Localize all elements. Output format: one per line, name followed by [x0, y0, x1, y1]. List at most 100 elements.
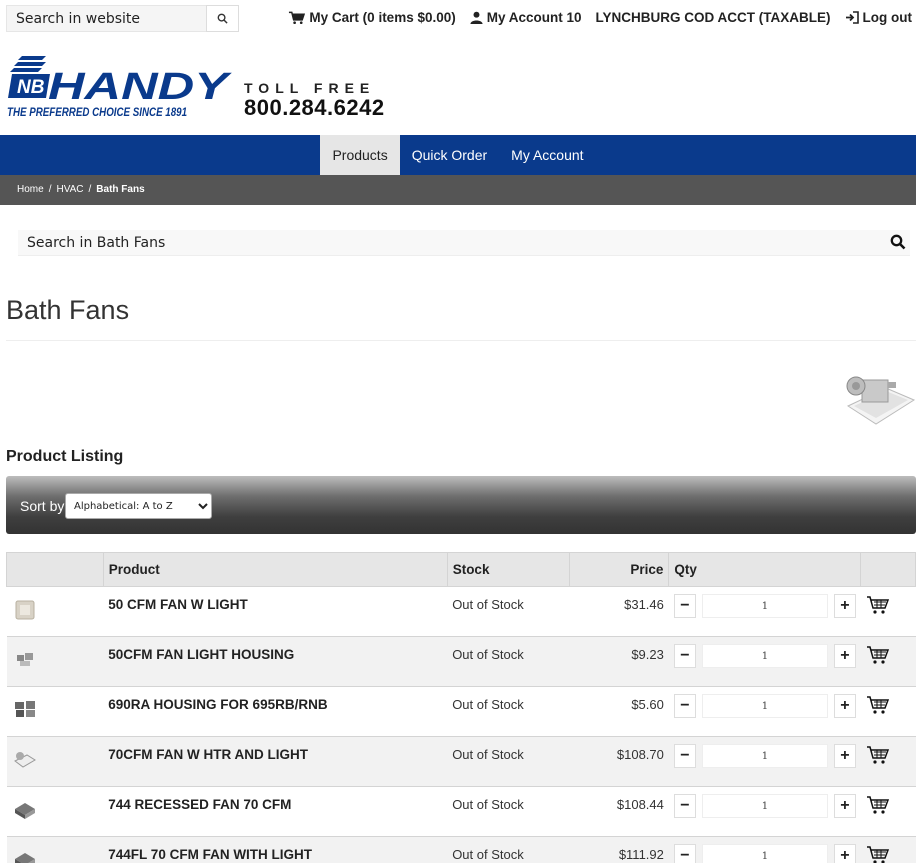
breadcrumb-separator: /	[48, 184, 52, 195]
qty-increase-button[interactable]: +	[833, 794, 856, 818]
table-header-row: Product Stock Price Qty	[6, 552, 916, 587]
product-thumbnail[interactable]	[13, 747, 37, 771]
product-stock: Out of Stock	[447, 586, 570, 637]
header-price[interactable]: Price	[569, 552, 670, 587]
nav-quick-order[interactable]: Quick Order	[400, 135, 499, 175]
logo-name-text: HANDY	[48, 66, 233, 108]
top-bar: My Cart (0 items $0.00) My Account 10 LY…	[0, 0, 916, 36]
company-account-link[interactable]: LYNCHBURG COD ACCT (TAXABLE)	[596, 10, 831, 25]
qty-increase-button[interactable]: +	[833, 644, 856, 668]
qty-cell: −+	[668, 686, 861, 737]
search-icon[interactable]	[890, 234, 906, 250]
cart-cell	[860, 686, 916, 737]
account-label: My Account 10	[486, 10, 582, 25]
logo-badge-text: NB	[17, 77, 45, 98]
product-thumbnail[interactable]	[13, 647, 37, 671]
product-name[interactable]: 744 RECESSED FAN 70 CFM	[103, 786, 448, 837]
header-links: My Cart (0 items $0.00) My Account 10 LY…	[274, 10, 912, 25]
breadcrumb-hvac[interactable]: HVAC	[56, 184, 83, 195]
cart-icon	[289, 11, 306, 24]
qty-input[interactable]	[701, 694, 828, 718]
qty-increase-button[interactable]: +	[833, 744, 856, 768]
qty-input[interactable]	[701, 744, 828, 768]
cart-cell	[860, 836, 916, 863]
logout-link[interactable]: Log out	[845, 10, 912, 25]
site-search-input[interactable]	[6, 5, 207, 32]
breadcrumb-separator: /	[88, 184, 92, 195]
qty-input[interactable]	[701, 644, 828, 668]
add-to-cart-icon[interactable]	[866, 845, 890, 863]
header-stock[interactable]: Stock	[446, 552, 571, 587]
product-thumbnail[interactable]	[13, 697, 37, 721]
qty-increase-button[interactable]: +	[833, 594, 856, 618]
product-thumbnail[interactable]	[13, 597, 37, 621]
breadcrumb-current: Bath Fans	[96, 184, 145, 195]
product-thumbnail[interactable]	[13, 797, 37, 821]
qty-cell: −+	[668, 786, 861, 837]
add-to-cart-icon[interactable]	[866, 695, 890, 715]
qty-input[interactable]	[701, 794, 828, 818]
nav-my-account[interactable]: My Account	[499, 135, 595, 175]
add-to-cart-icon[interactable]	[866, 795, 890, 815]
cart-link[interactable]: My Cart (0 items $0.00)	[288, 10, 456, 25]
add-to-cart-icon[interactable]	[866, 745, 890, 765]
qty-decrease-button[interactable]: −	[673, 644, 696, 668]
qty-decrease-button[interactable]: −	[673, 594, 696, 618]
qty-decrease-button[interactable]: −	[673, 794, 696, 818]
table-row: 50 CFM FAN W LIGHT Out of Stock $31.46 −…	[6, 586, 916, 637]
nb-handy-logo[interactable]: NB HANDY THE PREFERRED CHOICE SINCE 1891	[6, 52, 236, 122]
divider	[6, 340, 916, 341]
product-name[interactable]: 690RA HOUSING FOR 695RB/RNB	[103, 686, 448, 737]
header-product[interactable]: Product	[102, 552, 448, 587]
product-name[interactable]: 50CFM FAN LIGHT HOUSING	[103, 636, 448, 687]
qty-cell: −+	[668, 636, 861, 687]
toll-free-phone[interactable]: 800.284.6242	[244, 95, 385, 121]
product-name[interactable]: 50 CFM FAN W LIGHT	[103, 586, 448, 637]
logout-icon	[845, 11, 859, 24]
qty-increase-button[interactable]: +	[833, 694, 856, 718]
product-stock: Out of Stock	[447, 836, 570, 863]
breadcrumb-home[interactable]: Home	[17, 184, 44, 195]
product-stock: Out of Stock	[447, 786, 570, 837]
logo-tagline: THE PREFERRED CHOICE SINCE 1891	[7, 107, 187, 119]
logout-label: Log out	[862, 10, 912, 25]
account-link[interactable]: My Account 10	[470, 10, 582, 25]
qty-cell: −+	[668, 586, 861, 637]
logo-graphic: NB HANDY THE PREFERRED CHOICE SINCE 1891	[7, 56, 233, 119]
product-thumb-cell	[6, 836, 104, 863]
qty-increase-button[interactable]: +	[833, 844, 856, 863]
qty-input[interactable]	[701, 844, 828, 863]
product-listing-title: Product Listing	[6, 448, 124, 465]
product-price: $9.23	[569, 636, 669, 687]
qty-input[interactable]	[701, 594, 828, 618]
toll-free-label: TOLL FREE	[244, 80, 376, 96]
add-to-cart-icon[interactable]	[866, 645, 890, 665]
product-thumbnail[interactable]	[13, 847, 37, 863]
product-stock: Out of Stock	[447, 636, 570, 687]
product-thumb-cell	[6, 736, 104, 787]
search-icon	[217, 13, 228, 24]
sort-bar: Sort by Alphabetical: A to Z	[6, 476, 916, 534]
category-image	[846, 376, 916, 425]
breadcrumb: Home / HVAC / Bath Fans	[0, 175, 916, 205]
cart-cell	[860, 636, 916, 687]
table-row: 744 RECESSED FAN 70 CFM Out of Stock $10…	[6, 786, 916, 837]
category-search	[18, 230, 910, 256]
sort-select[interactable]: Alphabetical: A to Z	[65, 493, 212, 519]
add-to-cart-icon[interactable]	[866, 595, 890, 615]
product-name[interactable]: 70CFM FAN W HTR AND LIGHT	[103, 736, 448, 787]
qty-decrease-button[interactable]: −	[673, 694, 696, 718]
table-row: 690RA HOUSING FOR 695RB/RNB Out of Stock…	[6, 686, 916, 737]
qty-decrease-button[interactable]: −	[673, 844, 696, 863]
category-search-input[interactable]	[18, 230, 878, 256]
nav-products[interactable]: Products	[320, 135, 400, 175]
site-search-button[interactable]	[206, 5, 239, 32]
header-cart	[860, 552, 916, 587]
product-table: Product Stock Price Qty 50 CFM FAN W LIG…	[6, 552, 916, 863]
page-title: Bath Fans	[6, 295, 130, 325]
qty-decrease-button[interactable]: −	[673, 744, 696, 768]
product-thumb-cell	[6, 786, 104, 837]
product-price: $108.44	[569, 786, 669, 837]
product-stock: Out of Stock	[447, 686, 570, 737]
product-name[interactable]: 744FL 70 CFM FAN WITH LIGHT	[103, 836, 448, 863]
